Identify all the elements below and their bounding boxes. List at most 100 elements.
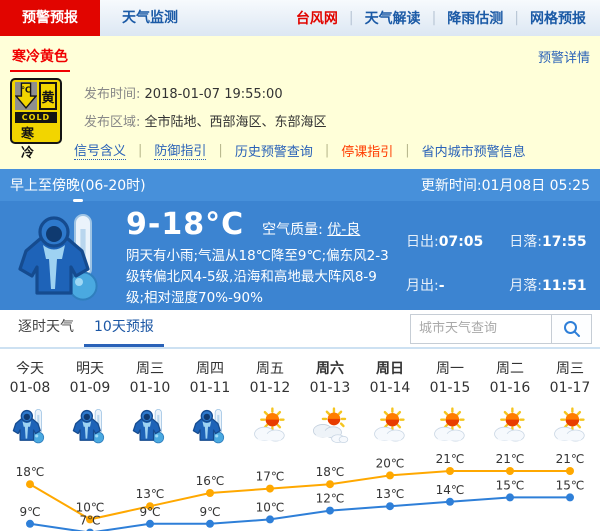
warning-tab-cold-yellow[interactable]: 寒冷黄色 [10, 46, 70, 66]
svg-text:12℃: 12℃ [316, 492, 345, 506]
svg-text:21℃: 21℃ [496, 452, 525, 466]
link-province-city-warnings[interactable]: 省内城市预警信息 [422, 141, 526, 160]
search-button[interactable] [551, 315, 591, 343]
day-name: 周日 [360, 349, 420, 380]
day-date: 01-09 [60, 380, 120, 404]
warning-body: ℃ 黄 COLD 寒冷 发布时间: 2018-01-07 19:55:00 发布… [10, 78, 590, 144]
svg-text:15℃: 15℃ [556, 478, 585, 492]
nav-link-grid-forecast[interactable]: 网格预报 [519, 8, 600, 28]
link-signal-meaning[interactable]: 信号含义 [74, 140, 126, 160]
air-quality-value-link[interactable]: 优-良 [327, 222, 360, 238]
publish-area-row: 发布区域: 全市陆地、西部海区、东部海区 [84, 111, 327, 130]
period-tab[interactable]: 早上至傍晚(06-20时) [10, 175, 146, 195]
day-name: 周五 [240, 349, 300, 380]
link-defense-guide[interactable]: 防御指引 [154, 140, 206, 160]
air-quality-label: 空气质量: [262, 222, 323, 238]
current-weather-main: 9-18°C 空气质量: 优-良 阴天有小雨;气温从18℃降至9℃;偏东风2-3… [0, 201, 600, 309]
svg-text:21℃: 21℃ [556, 452, 585, 466]
nav-tab-warning-forecast[interactable]: 预警预报 [0, 0, 100, 36]
moonrise: 月出:- [406, 275, 483, 309]
weather-icon [240, 404, 300, 447]
day-date: 01-10 [120, 380, 180, 404]
svg-text:15℃: 15℃ [496, 478, 525, 492]
warning-level-label: 黄 [39, 82, 57, 110]
day-name: 周二 [480, 349, 540, 380]
sunrise: 日出:07:05 [406, 231, 483, 265]
temperature-range: 9-18°C [126, 207, 244, 242]
day-name: 明天 [60, 349, 120, 380]
svg-text:18℃: 18℃ [16, 465, 45, 479]
svg-text:16℃: 16℃ [196, 474, 225, 488]
svg-text:10℃: 10℃ [76, 500, 105, 514]
svg-text:17℃: 17℃ [256, 470, 285, 484]
tab-10day-forecast[interactable]: 10天预报 [84, 310, 164, 347]
day-date: 01-08 [0, 380, 60, 404]
publish-time-value: 2018-01-07 19:55:00 [145, 87, 283, 102]
link-history-warning-query[interactable]: 历史预警查询 [235, 141, 313, 160]
svg-text:9℃: 9℃ [19, 505, 40, 519]
temperature-chart: 18℃10℃13℃16℃17℃18℃20℃21℃21℃21℃9℃7℃9℃9℃10… [0, 447, 600, 531]
warning-code-label: COLD [15, 112, 57, 123]
day-date: 01-12 [240, 380, 300, 404]
day-name: 今天 [0, 349, 60, 380]
svg-text:18℃: 18℃ [316, 465, 345, 479]
day-date: 01-16 [480, 380, 540, 404]
city-search-input[interactable] [411, 315, 551, 343]
day-date: 01-13 [300, 380, 360, 404]
warning-links: 信号含义 | 防御指引 | 历史预警查询 | 停课指引 | 省内城市预警信息 [74, 140, 526, 160]
svg-text:14℃: 14℃ [436, 483, 465, 497]
weather-icon [60, 404, 120, 447]
weather-page: 预警预报 天气监测 台风网 | 天气解读 | 降雨估测 | 网格预报 寒冷黄色 … [0, 0, 600, 531]
warning-panel: 寒冷黄色 预警详情 ℃ 黄 COLD 寒冷 [0, 36, 600, 169]
day-name: 周一 [420, 349, 480, 380]
nav-link-rain-estimate[interactable]: 降雨估测 [436, 8, 514, 28]
day-name: 周四 [180, 349, 240, 380]
svg-text:℃: ℃ [21, 84, 31, 94]
current-weather-panel: 早上至傍晚(06-20时) 更新时间:01月08日 05:25 9-18°C 空… [0, 169, 600, 310]
temp-down-arrow-icon: ℃ [15, 82, 37, 110]
day-date: 01-11 [180, 380, 240, 404]
svg-text:9℃: 9℃ [139, 505, 160, 519]
warning-details-link[interactable]: 预警详情 [538, 47, 590, 66]
weather-icon [420, 404, 480, 447]
link-class-suspension-guide[interactable]: 停课指引 [341, 141, 393, 160]
day-date: 01-17 [540, 380, 600, 404]
cold-weather-icon [14, 209, 110, 305]
weather-description: 阴天有小雨;气温从18℃降至9℃;偏东风2-3级转偏北风4-5级,沿海和高地最大… [126, 246, 394, 309]
svg-text:20℃: 20℃ [376, 456, 405, 470]
nav-link-weather-explain[interactable]: 天气解读 [354, 8, 432, 28]
cold-warning-sign-icon: ℃ 黄 COLD 寒冷 [10, 78, 62, 144]
svg-text:7℃: 7℃ [79, 514, 100, 528]
tab-hourly-weather[interactable]: 逐时天气 [8, 310, 84, 347]
svg-text:13℃: 13℃ [376, 487, 405, 501]
day-name: 周六 [300, 349, 360, 380]
top-nav: 预警预报 天气监测 台风网 | 天气解读 | 降雨估测 | 网格预报 [0, 0, 600, 36]
weather-icon [300, 404, 360, 447]
svg-text:9℃: 9℃ [199, 505, 220, 519]
nav-link-typhoon[interactable]: 台风网 [285, 8, 349, 28]
day-name: 周三 [120, 349, 180, 380]
publish-area-value: 全市陆地、西部海区、东部海区 [145, 115, 327, 130]
warning-info: 发布时间: 2018-01-07 19:55:00 发布区域: 全市陆地、西部海… [84, 78, 327, 144]
sun-moon-panel: 日出:07:05 日落:17:55 月出:- 月落:11:51 [406, 231, 587, 309]
day-date: 01-14 [360, 380, 420, 404]
sunset: 日落:17:55 [509, 231, 586, 265]
weather-icon [120, 404, 180, 447]
search-icon [562, 319, 582, 339]
air-quality: 空气质量: 优-良 [262, 219, 360, 239]
weather-icon [180, 404, 240, 447]
publish-area-label: 发布区域: [84, 115, 140, 130]
forecast-tabs-row: 逐时天气 10天预报 [0, 310, 600, 349]
warning-name-label: 寒冷 [15, 123, 57, 161]
day-name: 周三 [540, 349, 600, 380]
warning-header: 寒冷黄色 预警详情 [10, 42, 590, 70]
svg-text:21℃: 21℃ [436, 452, 465, 466]
moonset: 月落:11:51 [509, 275, 586, 309]
city-search-box [410, 314, 592, 344]
weather-icon [0, 404, 60, 447]
nav-tab-weather-monitor[interactable]: 天气监测 [100, 0, 200, 36]
publish-time-row: 发布时间: 2018-01-07 19:55:00 [84, 83, 327, 102]
weather-icon [360, 404, 420, 447]
day-date: 01-15 [420, 380, 480, 404]
current-weather-header: 早上至傍晚(06-20时) 更新时间:01月08日 05:25 [0, 169, 600, 201]
